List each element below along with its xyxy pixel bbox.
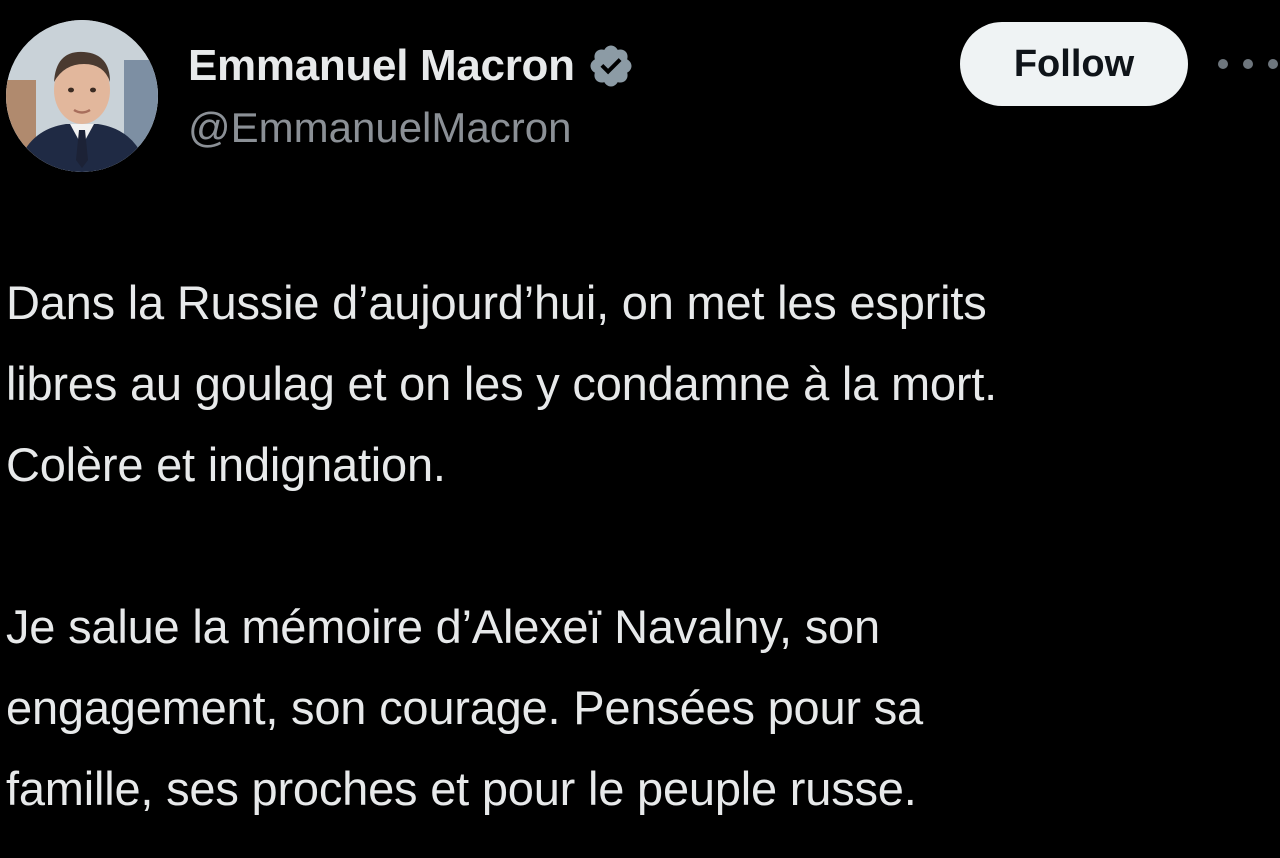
tweet-line: engagement, son courage. Pensées pour sa: [6, 681, 923, 734]
tweet-line: Je salue la mémoire d’Alexeï Navalny, so…: [6, 600, 880, 653]
author-display-name[interactable]: Emmanuel Macron: [188, 41, 575, 91]
avatar[interactable]: [6, 20, 158, 172]
tweet-line: Dans la Russie d’aujourd’hui, on met les…: [6, 276, 987, 329]
tweet-text: Dans la Russie d’aujourd’hui, on met les…: [6, 262, 1276, 829]
tweet-line: famille, ses proches et pour le peuple r…: [6, 762, 917, 815]
more-dot: [1243, 59, 1253, 69]
tweet-line: Colère et indignation.: [6, 438, 446, 491]
tweet-card: Emmanuel Macron @EmmanuelMacron Follow D…: [0, 0, 1280, 858]
verified-badge-icon[interactable]: [587, 42, 635, 90]
more-horizontal-icon[interactable]: [1218, 50, 1278, 78]
author-name-row[interactable]: Emmanuel Macron: [188, 38, 635, 94]
tweet-line: libres au goulag et on les y condamne à …: [6, 357, 998, 410]
more-dot: [1218, 59, 1228, 69]
tweet-paragraph-2: Je salue la mémoire d’Alexeï Navalny, so…: [6, 586, 1276, 829]
author-handle[interactable]: @EmmanuelMacron: [188, 104, 571, 152]
more-dot: [1268, 59, 1278, 69]
tweet-paragraph-1: Dans la Russie d’aujourd’hui, on met les…: [6, 262, 1276, 505]
profile-photo-icon: [6, 20, 158, 172]
follow-button[interactable]: Follow: [960, 22, 1188, 106]
